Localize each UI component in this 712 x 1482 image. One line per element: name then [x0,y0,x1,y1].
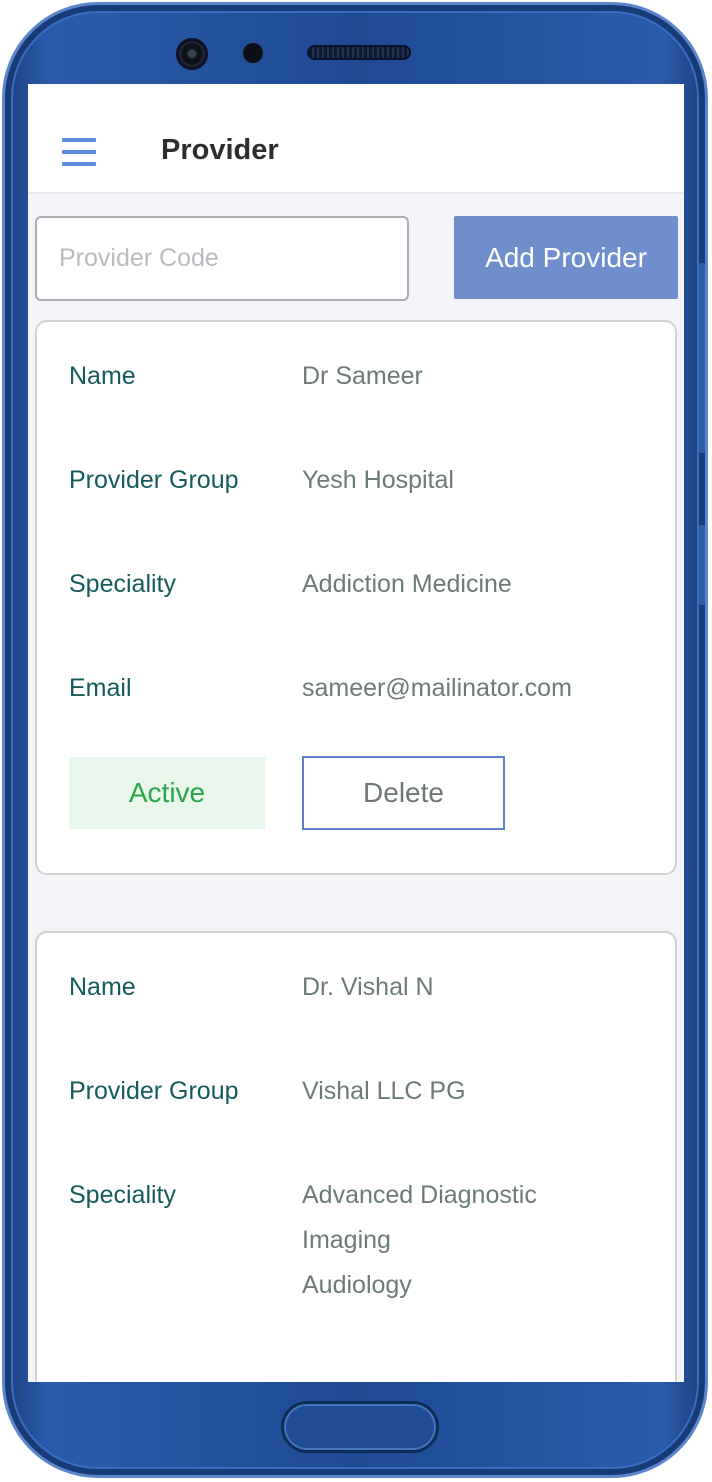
speciality-label: Speciality [69,570,176,598]
name-value: Dr Sameer [302,362,423,390]
name-label: Name [69,973,136,1001]
speciality-value-line: Audiology [302,1271,412,1299]
name-label: Name [69,362,136,390]
front-camera-icon [176,38,208,70]
email-label: Email [69,674,132,702]
app-screen: Provider Add Provider Name Dr Sameer Pro… [28,84,684,1382]
provider-code-input[interactable] [35,216,409,301]
provider-group-label: Provider Group [69,1077,239,1105]
name-value: Dr. Vishal N [302,973,434,1001]
hamburger-menu-icon[interactable] [62,138,96,168]
speciality-value: Addiction Medicine [302,570,512,598]
power-button [699,525,705,605]
page-title: Provider [161,134,279,166]
add-provider-button[interactable]: Add Provider [454,216,678,299]
speciality-value-line: Imaging [302,1226,391,1254]
top-app-bar: Provider [28,84,684,194]
email-value: sameer@mailinator.com [302,674,572,702]
provider-group-value: Yesh Hospital [302,466,454,494]
speciality-value-line: Advanced Diagnostic [302,1181,537,1209]
home-button[interactable] [281,1401,439,1453]
provider-group-label: Provider Group [69,466,239,494]
provider-card: Name Dr Sameer Provider Group Yesh Hospi… [35,320,677,875]
provider-group-value: Vishal LLC PG [302,1077,466,1105]
delete-button[interactable]: Delete [302,756,505,830]
speciality-label: Speciality [69,1181,176,1209]
provider-card: Name Dr. Vishal N Provider Group Vishal … [35,931,677,1382]
speaker-grille [307,45,411,60]
volume-button [699,263,705,453]
sensor-icon [243,43,263,63]
status-badge[interactable]: Active [69,757,265,829]
